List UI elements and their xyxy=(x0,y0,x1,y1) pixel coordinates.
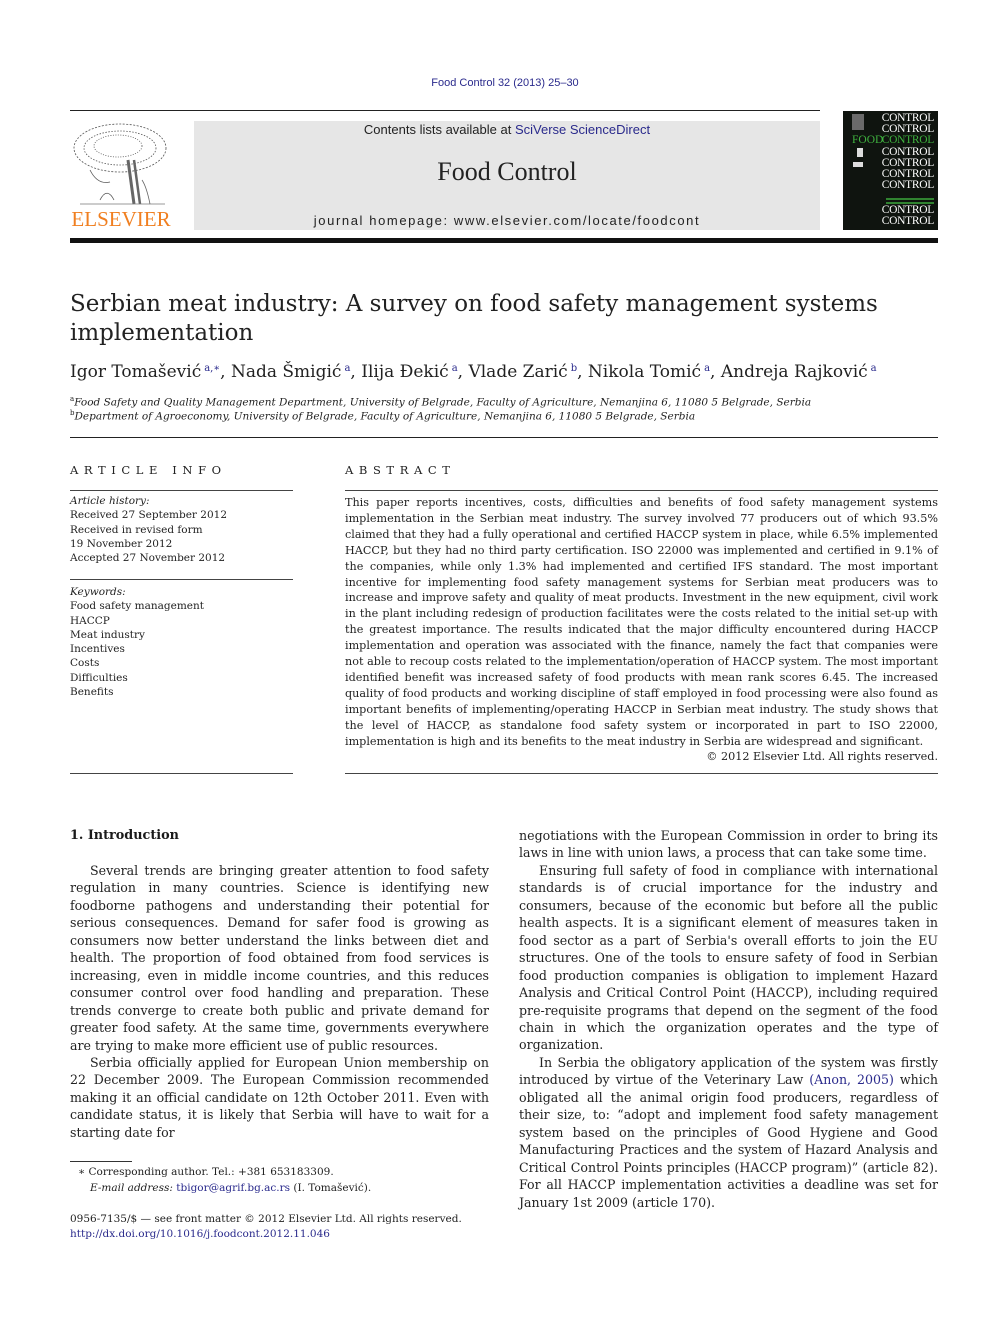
abstract-copyright: © 2012 Elsevier Ltd. All rights reserved… xyxy=(706,750,938,763)
article-title: Serbian meat industry: A survey on food … xyxy=(70,291,878,346)
abstract-text: This paper reports incentives, costs, di… xyxy=(345,496,938,748)
author-affiliation-mark[interactable]: a xyxy=(344,363,350,374)
article-info-heading: ARTICLE INFO xyxy=(70,463,227,477)
divider xyxy=(70,490,293,491)
email-line: E-mail address: tbigor@agrif.bg.ac.rs (I… xyxy=(70,1181,500,1197)
journal-reference-link[interactable]: Food Control 32 (2013) 25–30 xyxy=(0,77,992,89)
email-link[interactable]: tbigor@agrif.bg.ac.rs xyxy=(176,1182,290,1194)
keywords-label: Keywords: xyxy=(70,586,126,598)
keyword-item: Incentives xyxy=(70,643,125,656)
journal-masthead: Contents lists available at SciVerse Sci… xyxy=(194,121,820,230)
issn-line: 0956-7135/$ — see front matter © 2012 El… xyxy=(70,1213,462,1225)
paragraph-text: which obligated all the animal origin fo… xyxy=(519,1072,938,1210)
keyword-item: Food safety management xyxy=(70,600,204,613)
body-column-left: Several trends are bringing greater atte… xyxy=(70,862,489,1141)
history-item: Received 27 September 2012 xyxy=(70,509,228,522)
doi-link[interactable]: http://dx.doi.org/10.1016/j.foodcont.201… xyxy=(70,1227,500,1242)
body-paragraph: Several trends are bringing greater atte… xyxy=(70,863,489,1053)
keyword-item: Benefits xyxy=(70,686,114,699)
author-name[interactable]: Vlade Zarić xyxy=(468,362,567,382)
author-affiliation-mark[interactable]: a xyxy=(452,363,458,374)
author-name[interactable]: Nikola Tomić xyxy=(588,362,701,382)
author-list: Igor Tomašević a,∗, Nada Šmigić a, Ilija Đ… xyxy=(70,362,877,382)
keyword-item: Meat industry xyxy=(70,628,145,641)
body-paragraph: In Serbia the obligatory application of … xyxy=(519,1054,938,1211)
header-rule xyxy=(70,110,820,111)
homepage-url-link[interactable]: www.elsevier.com/locate/foodcont xyxy=(454,213,700,228)
author-affiliation-mark[interactable]: a,∗ xyxy=(204,363,220,374)
author-name[interactable]: Igor Tomašević xyxy=(70,362,201,382)
divider xyxy=(70,773,293,774)
keyword-item: Costs xyxy=(70,657,100,670)
body-paragraph: negotiations with the European Commissio… xyxy=(519,828,938,861)
keywords-list: Keywords: Food safety management HACCP M… xyxy=(70,585,295,699)
sciencedirect-link[interactable]: SciVerse ScienceDirect xyxy=(515,122,650,137)
history-item: Received in revised form xyxy=(70,523,203,536)
email-suffix: (I. Tomašević). xyxy=(290,1181,372,1194)
affiliation-b: bDepartment of Agroeconomy, University o… xyxy=(70,409,940,423)
cover-badge-icon xyxy=(853,162,863,167)
author-name[interactable]: Nada Šmigić xyxy=(231,362,341,382)
history-item: Accepted 27 November 2012 xyxy=(70,552,226,565)
front-matter: 0956-7135/$ — see front matter © 2012 El… xyxy=(70,1212,500,1242)
author-affiliation-mark[interactable]: a xyxy=(871,363,877,374)
elsevier-wordmark: ELSEVIER xyxy=(71,207,171,231)
corresponding-author-text: ∗ Corresponding author. Tel.: +381 65318… xyxy=(78,1166,334,1178)
article-history: Article history: Received 27 September 2… xyxy=(70,494,295,565)
cover-word: CONTROL xyxy=(881,215,935,227)
elsevier-logo[interactable]: ELSEVIER xyxy=(70,120,172,232)
homepage-line: journal homepage: www.elsevier.com/locat… xyxy=(194,213,820,228)
divider xyxy=(345,490,938,491)
body-paragraph: Serbia officially applied for European U… xyxy=(70,1054,489,1140)
affiliation-text: Department of Agroeconomy, University of… xyxy=(74,410,696,423)
cover-badge-icon xyxy=(857,148,863,157)
body-column-right: negotiations with the European Commissio… xyxy=(519,827,938,1211)
footnote-rule xyxy=(70,1161,132,1162)
cover-food-word: FOOD xyxy=(852,134,884,146)
divider xyxy=(70,579,293,580)
journal-cover-thumbnail[interactable]: CONTROL CONTROL FOOD CONTROL CONTROL CON… xyxy=(843,111,938,230)
cover-word-green: CONTROL xyxy=(881,134,935,146)
section-divider xyxy=(70,437,938,438)
keyword-item: Difficulties xyxy=(70,671,128,684)
homepage-prefix: journal homepage: xyxy=(313,213,454,228)
citation-link[interactable]: (Anon, 2005) xyxy=(809,1072,894,1087)
cover-elsevier-emblem-icon xyxy=(852,114,864,130)
history-label: Article history: xyxy=(70,495,150,507)
journal-title: Food Control xyxy=(437,157,577,186)
contents-line: Contents lists available at SciVerse Sci… xyxy=(194,122,820,137)
divider xyxy=(345,773,938,774)
history-item: 19 November 2012 xyxy=(70,537,173,550)
body-paragraph: Ensuring full safety of food in complian… xyxy=(519,862,938,1053)
author-name[interactable]: Ilija Đekić xyxy=(361,362,448,382)
abstract-heading: ABSTRACT xyxy=(345,463,456,477)
author-name[interactable]: Andreja Rajković xyxy=(721,362,868,382)
contents-prefix: Contents lists available at xyxy=(363,122,515,137)
cover-word: CONTROL xyxy=(881,179,935,191)
author-affiliation-mark[interactable]: a xyxy=(704,363,710,374)
affiliation-a: aFood Safety and Quality Management Depa… xyxy=(70,395,940,409)
elsevier-tree-icon xyxy=(73,123,167,205)
header-thick-rule xyxy=(70,238,938,243)
corresponding-author-footnote: ∗ Corresponding author. Tel.: +381 65318… xyxy=(70,1165,500,1197)
keyword-item: HACCP xyxy=(70,614,110,627)
email-label: E-mail address: xyxy=(90,1181,177,1194)
author-affiliation-mark[interactable]: b xyxy=(571,363,577,374)
affiliation-text: Food Safety and Quality Management Depar… xyxy=(74,396,812,409)
section-heading-introduction: 1. Introduction xyxy=(70,828,179,843)
